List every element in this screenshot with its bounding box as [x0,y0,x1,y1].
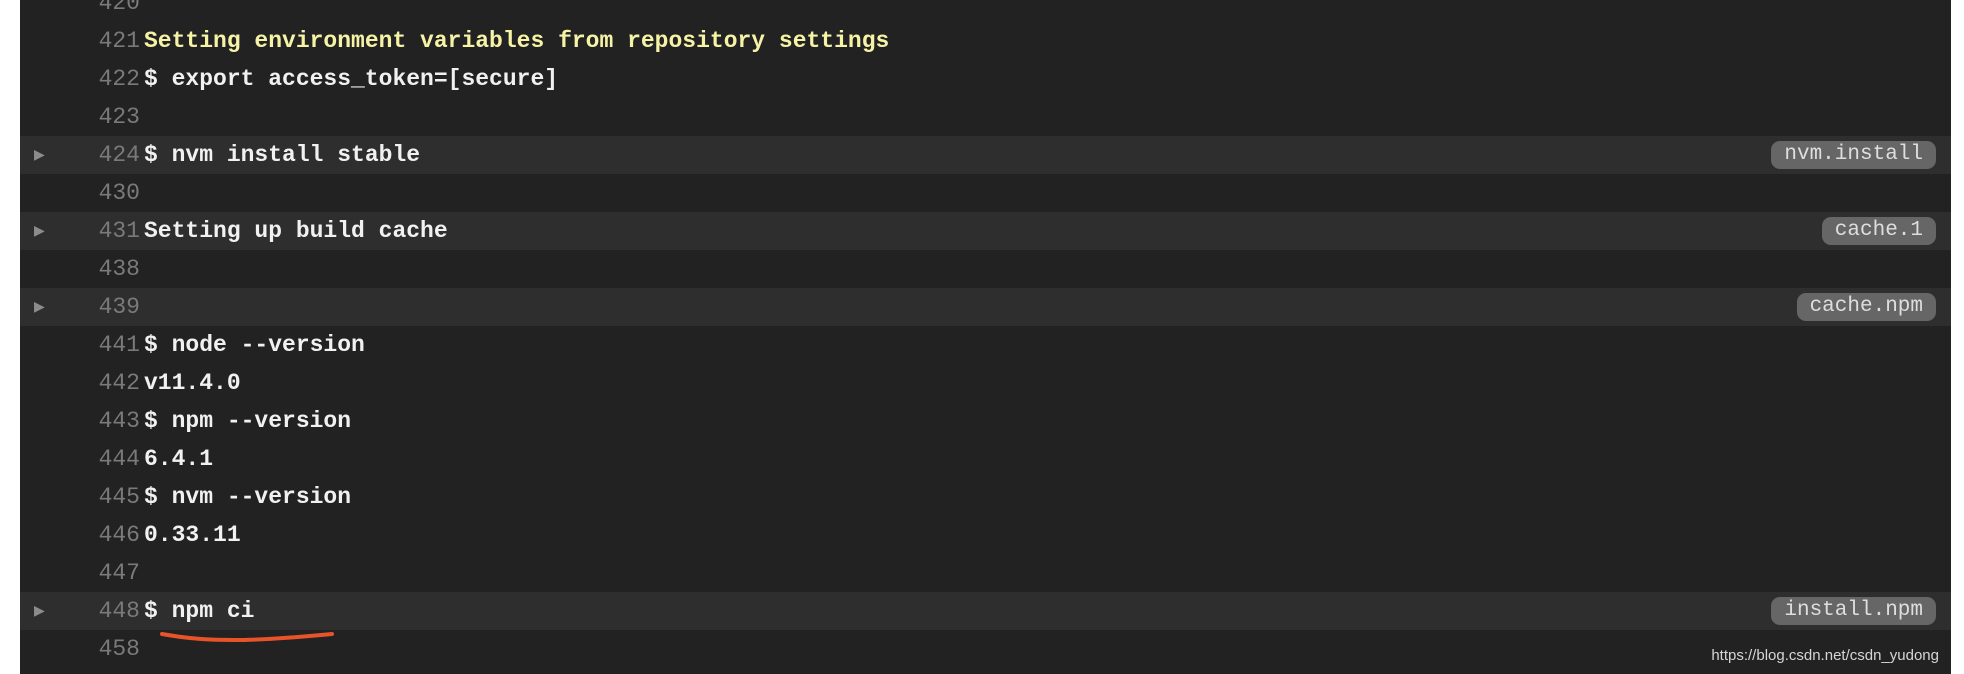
line-number[interactable]: 430 [60,174,140,212]
expand-triangle-icon[interactable]: ▶ [34,288,54,326]
log-line: 421 Setting environment variables from r… [20,22,1951,60]
line-text: 0.33.11 [144,522,241,548]
line-number[interactable]: 431 [60,212,140,250]
line-number[interactable]: 421 [60,22,140,60]
expand-triangle-icon[interactable]: ▶ [34,212,54,250]
line-number[interactable]: 439 [60,288,140,326]
log-line: 458 [20,630,1951,668]
log-line: 446 0.33.11 [20,516,1951,554]
log-line: 442 v11.4.0 [20,364,1951,402]
line-number[interactable]: 458 [60,630,140,668]
log-line: 430 [20,174,1951,212]
log-line: 438 [20,250,1951,288]
log-line: 445 $ nvm --version [20,478,1951,516]
page: 420 421 Setting environment variables fr… [0,0,1964,674]
fold-row-cache-npm[interactable]: ▶ 439 cache.npm [20,288,1951,326]
line-number[interactable]: 442 [60,364,140,402]
line-number[interactable]: 448 [60,592,140,630]
log-line: 422 $ export access_token=[secure] [20,60,1951,98]
fold-row-nvm-install[interactable]: ▶ 424 $ nvm install stable nvm.install [20,136,1951,174]
expand-triangle-icon[interactable]: ▶ [34,136,54,174]
expand-triangle-icon[interactable]: ▶ [34,592,54,630]
line-number[interactable]: 438 [60,250,140,288]
line-text: $ node --version [144,332,365,358]
line-text: v11.4.0 [144,370,241,396]
line-number[interactable]: 423 [60,98,140,136]
fold-tag: install.npm [1771,597,1936,625]
line-text: Setting up build cache [144,218,448,244]
log-line: 443 $ npm --version [20,402,1951,440]
line-text: $ npm --version [144,408,352,434]
line-number[interactable]: 447 [60,554,140,592]
line-number[interactable]: 441 [60,326,140,364]
log-line: 423 [20,98,1951,136]
fold-tag: cache.npm [1796,293,1936,321]
log-lines: 420 421 Setting environment variables fr… [20,0,1951,668]
line-number[interactable]: 420 [60,0,140,22]
line-number[interactable]: 446 [60,516,140,554]
build-log: 420 421 Setting environment variables fr… [20,0,1951,674]
log-line: 447 [20,554,1951,592]
line-text: $ nvm install stable [144,142,421,168]
line-text: Setting environment variables from repos… [144,28,890,54]
line-text: 6.4.1 [144,446,214,472]
line-number[interactable]: 444 [60,440,140,478]
line-number[interactable]: 422 [60,60,140,98]
line-number[interactable]: 424 [60,136,140,174]
fold-row-install-npm[interactable]: ▶ 448 $ npm ci install.npm [20,592,1951,630]
log-line: 444 6.4.1 [20,440,1951,478]
fold-tag: cache.1 [1821,217,1936,245]
log-line: 420 [20,0,1951,22]
line-text: $ npm ci [144,598,255,624]
line-number[interactable]: 445 [60,478,140,516]
line-text: $ nvm --version [144,484,352,510]
log-line: 441 $ node --version [20,326,1951,364]
line-number[interactable]: 443 [60,402,140,440]
line-text: $ export access_token=[secure] [144,66,559,92]
fold-tag: nvm.install [1771,141,1936,169]
fold-row-cache-1[interactable]: ▶ 431 Setting up build cache cache.1 [20,212,1951,250]
watermark: https://blog.csdn.net/csdn_yudong [1711,647,1939,664]
